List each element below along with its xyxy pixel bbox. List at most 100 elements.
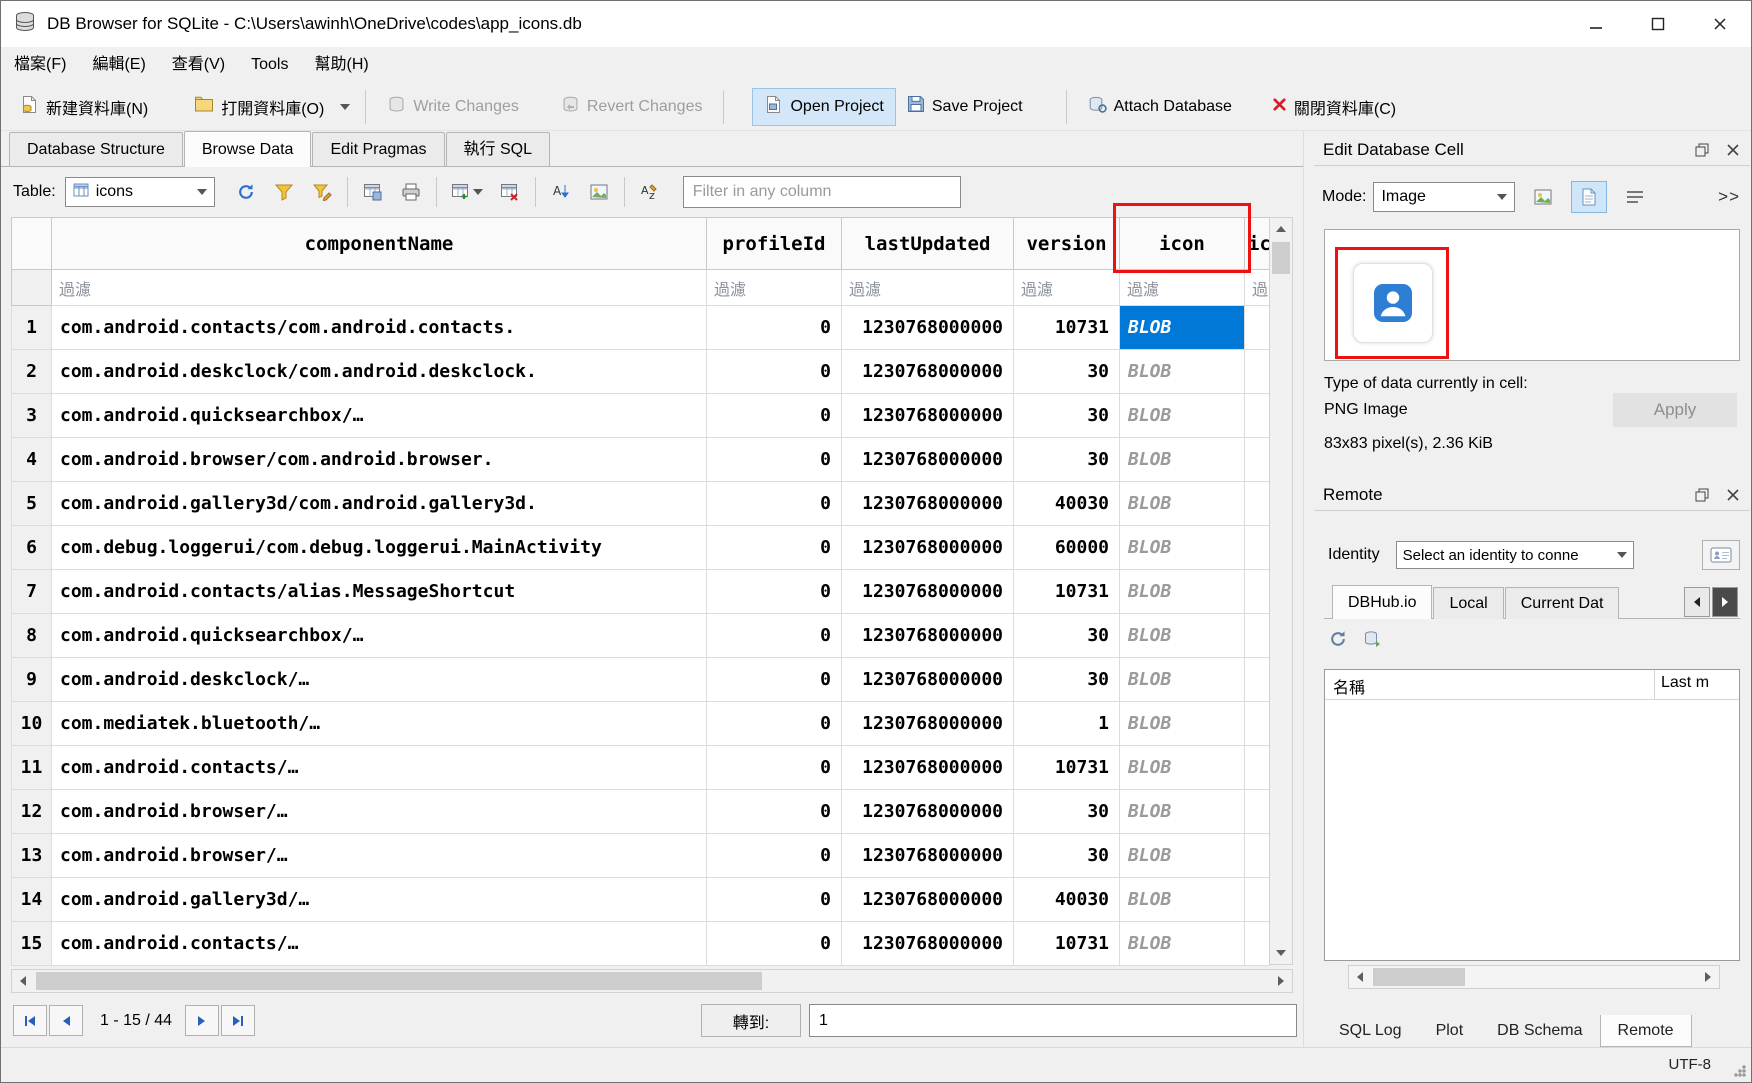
row-number[interactable]: 5 bbox=[12, 482, 52, 526]
filter-componentname[interactable]: 過濾 bbox=[52, 270, 707, 306]
dock-tab-db-schema[interactable]: DB Schema bbox=[1480, 1015, 1599, 1047]
cell-componentname[interactable]: com.android.quicksearchbox/… bbox=[52, 614, 707, 658]
remote-scrollbar[interactable] bbox=[1348, 965, 1720, 989]
scroll-left-button[interactable] bbox=[1349, 966, 1371, 988]
cell-lastupdated[interactable]: 1230768000000 bbox=[842, 394, 1014, 438]
cell-icon[interactable]: BLOB bbox=[1120, 438, 1245, 482]
cell-extra[interactable] bbox=[1245, 350, 1270, 394]
minimize-button[interactable] bbox=[1565, 1, 1627, 47]
edit-cell-button[interactable]: Az bbox=[631, 176, 669, 208]
new-database-button[interactable]: 新建資料庫(N) bbox=[9, 88, 159, 126]
row-number[interactable]: 12 bbox=[12, 790, 52, 834]
scroll-left-button[interactable] bbox=[12, 970, 34, 992]
dock-tab-sql-log[interactable]: SQL Log bbox=[1322, 1015, 1419, 1047]
resize-grip[interactable] bbox=[1734, 1065, 1746, 1077]
corner-header[interactable] bbox=[12, 218, 52, 270]
cell-icon[interactable]: BLOB bbox=[1120, 614, 1245, 658]
cell-componentname[interactable]: com.android.quicksearchbox/… bbox=[52, 394, 707, 438]
cell-version[interactable]: 40030 bbox=[1014, 878, 1120, 922]
menu-edit[interactable]: 編輯(E) bbox=[79, 47, 158, 83]
row-number[interactable]: 14 bbox=[12, 878, 52, 922]
close-panel-button[interactable] bbox=[1721, 138, 1745, 162]
close-panel-button[interactable] bbox=[1721, 483, 1745, 507]
word-wrap-button[interactable] bbox=[1617, 181, 1653, 213]
cell-version[interactable]: 30 bbox=[1014, 394, 1120, 438]
cell-version[interactable]: 30 bbox=[1014, 438, 1120, 482]
tab-scroll-left-button[interactable] bbox=[1684, 587, 1710, 617]
cell-componentname[interactable]: com.android.deskclock/com.android.deskcl… bbox=[52, 350, 707, 394]
cell-version[interactable]: 30 bbox=[1014, 790, 1120, 834]
cell-extra[interactable] bbox=[1245, 658, 1270, 702]
row-number[interactable]: 8 bbox=[12, 614, 52, 658]
row-number[interactable]: 1 bbox=[12, 306, 52, 350]
cell-profileid[interactable]: 0 bbox=[707, 834, 842, 878]
row-number[interactable]: 6 bbox=[12, 526, 52, 570]
cell-componentname[interactable]: com.android.gallery3d/com.android.galler… bbox=[52, 482, 707, 526]
remote-scroll-thumb[interactable] bbox=[1373, 968, 1465, 986]
col-header-componentname[interactable]: componentName bbox=[52, 218, 707, 270]
sort-button[interactable]: A bbox=[542, 176, 580, 208]
refresh-button[interactable] bbox=[227, 176, 265, 208]
row-number[interactable]: 7 bbox=[12, 570, 52, 614]
cell-version[interactable]: 10731 bbox=[1014, 570, 1120, 614]
scroll-right-button[interactable] bbox=[1697, 966, 1719, 988]
cell-icon[interactable]: BLOB bbox=[1120, 350, 1245, 394]
cell-componentname[interactable]: com.debug.loggerui/com.debug.loggerui.Ma… bbox=[52, 526, 707, 570]
image-mode-button[interactable] bbox=[580, 176, 618, 208]
cell-version[interactable]: 30 bbox=[1014, 614, 1120, 658]
float-panel-button[interactable] bbox=[1690, 483, 1714, 507]
row-number[interactable]: 3 bbox=[12, 394, 52, 438]
dock-tab-plot[interactable]: Plot bbox=[1419, 1015, 1481, 1047]
col-header-icon[interactable]: icon bbox=[1120, 218, 1245, 270]
cell-profileid[interactable]: 0 bbox=[707, 790, 842, 834]
save-table-button[interactable] bbox=[354, 176, 392, 208]
cell-extra[interactable] bbox=[1245, 834, 1270, 878]
cell-lastupdated[interactable]: 1230768000000 bbox=[842, 834, 1014, 878]
tab-database-structure[interactable]: Database Structure bbox=[9, 132, 183, 166]
goto-input[interactable] bbox=[809, 1004, 1297, 1037]
last-page-button[interactable] bbox=[221, 1005, 255, 1036]
row-number[interactable]: 11 bbox=[12, 746, 52, 790]
cell-extra[interactable] bbox=[1245, 746, 1270, 790]
table-select[interactable]: icons bbox=[65, 177, 215, 207]
row-number[interactable]: 4 bbox=[12, 438, 52, 482]
edit-filters-button[interactable] bbox=[303, 176, 341, 208]
cell-icon[interactable]: BLOB bbox=[1120, 702, 1245, 746]
filter-icon[interactable]: 過濾 bbox=[1120, 270, 1245, 306]
first-page-button[interactable] bbox=[13, 1005, 47, 1036]
cell-componentname[interactable]: com.android.browser/com.android.browser. bbox=[52, 438, 707, 482]
next-page-button[interactable] bbox=[185, 1005, 219, 1036]
cell-lastupdated[interactable]: 1230768000000 bbox=[842, 350, 1014, 394]
cell-profileid[interactable]: 0 bbox=[707, 394, 842, 438]
revert-changes-button[interactable]: Revert Changes bbox=[550, 88, 714, 126]
row-number[interactable]: 2 bbox=[12, 350, 52, 394]
row-number[interactable]: 9 bbox=[12, 658, 52, 702]
cell-version[interactable]: 1 bbox=[1014, 702, 1120, 746]
cell-profileid[interactable]: 0 bbox=[707, 482, 842, 526]
scroll-down-button[interactable] bbox=[1270, 942, 1292, 964]
cell-profileid[interactable]: 0 bbox=[707, 526, 842, 570]
cell-profileid[interactable]: 0 bbox=[707, 922, 842, 966]
cell-lastupdated[interactable]: 1230768000000 bbox=[842, 570, 1014, 614]
cell-componentname[interactable]: com.android.contacts/alias.MessageShortc… bbox=[52, 570, 707, 614]
cell-lastupdated[interactable]: 1230768000000 bbox=[842, 482, 1014, 526]
menu-tools[interactable]: Tools bbox=[238, 47, 301, 83]
scroll-up-button[interactable] bbox=[1270, 218, 1292, 240]
cell-version[interactable]: 40030 bbox=[1014, 482, 1120, 526]
remote-clone-database-button[interactable] bbox=[1362, 629, 1382, 654]
cell-profileid[interactable]: 0 bbox=[707, 746, 842, 790]
cell-extra[interactable] bbox=[1245, 570, 1270, 614]
maximize-button[interactable] bbox=[1627, 1, 1689, 47]
cell-profileid[interactable]: 0 bbox=[707, 614, 842, 658]
text-view-button[interactable] bbox=[1571, 181, 1607, 213]
filter-button[interactable] bbox=[265, 176, 303, 208]
cell-icon[interactable]: BLOB bbox=[1120, 526, 1245, 570]
filter-lastupdated[interactable]: 過濾 bbox=[842, 270, 1014, 306]
print-button[interactable] bbox=[392, 176, 430, 208]
cell-lastupdated[interactable]: 1230768000000 bbox=[842, 790, 1014, 834]
open-database-button[interactable]: 打開資料庫(O) bbox=[183, 88, 335, 126]
cell-profileid[interactable]: 0 bbox=[707, 306, 842, 350]
float-panel-button[interactable] bbox=[1690, 138, 1714, 162]
delete-record-button[interactable] bbox=[491, 176, 529, 208]
menu-help[interactable]: 幫助(H) bbox=[301, 47, 381, 83]
